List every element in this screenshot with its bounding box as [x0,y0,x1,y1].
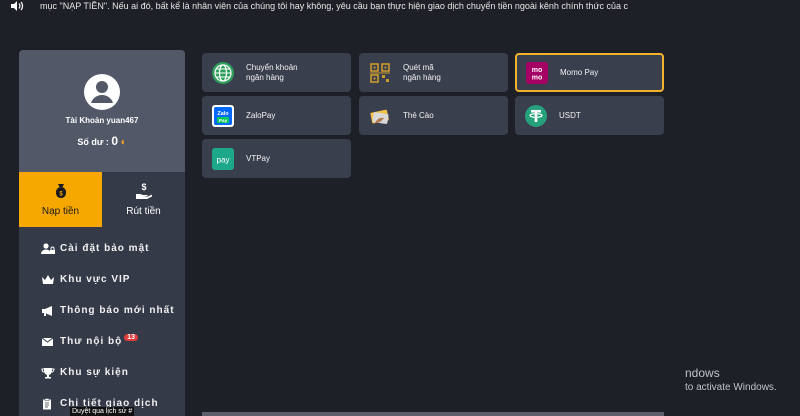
svg-text:Pay: Pay [219,117,228,123]
crown-icon [42,274,54,284]
menu-item-inbox[interactable]: Thư nội bộ 13 [19,326,185,357]
svg-text:Zalo: Zalo [217,111,229,117]
hand-dollar-icon: $ [135,182,152,199]
account-menu: Cài đặt bảo mật Khu vực VIP Thông báo mớ… [19,227,185,416]
menu-item-label: Cài đặt bảo mật [60,243,150,254]
vtpay-logo-icon: pay [212,147,234,170]
trophy-icon [41,367,55,378]
momo-logo-icon: mo mo [526,61,548,84]
deposit-button[interactable]: $ Nạp tiền [19,172,102,227]
qr-code-icon [369,61,391,84]
balance-value: 0 [111,134,119,148]
payment-usdt[interactable]: USDT [515,96,664,135]
menu-item-news[interactable]: Thông báo mới nhất [19,295,185,326]
payment-vtpay[interactable]: pay VTPay [202,139,351,178]
menu-item-events[interactable]: Khu sự kiện [19,357,185,388]
menu-item-label: Khu vực VIP [60,274,131,285]
coin-icon: ◐ [120,137,127,148]
avatar-icon[interactable] [84,74,120,110]
payment-label: Momo Pay [560,67,599,77]
withdraw-label: Rút tiền [126,206,161,217]
payment-label: ZaloPay [246,110,276,120]
balance: Số dư : 0 ◐ [19,134,185,148]
account-name: Tài Khoản yuan467 [65,116,139,125]
scratch-card-icon [370,109,389,124]
profile-panel: Tài Khoản yuan467 Số dư : 0 ◐ [19,50,185,172]
windows-watermark-line2: to activate Windows. [685,382,777,393]
payment-momo[interactable]: mo mo Momo Pay [515,53,664,92]
megaphone-icon [42,305,52,316]
ticker-text: mục "NẠP TIỀN". Nếu ai đó, bất kể là nhâ… [40,1,628,11]
payment-label: USDT [559,110,581,120]
svg-text:mo: mo [532,67,543,74]
payment-scratch-card[interactable]: Thẻ Cào [359,96,508,135]
svg-text:pay: pay [217,155,230,164]
menu-item-label: Khu sự kiện [60,367,129,378]
user-lock-icon [41,242,55,254]
withdraw-button[interactable]: $ Rút tiền [102,172,185,227]
payment-label: Chuyển khoản ngân hàng [246,62,298,82]
wallet-actions: $ Nạp tiền $ Rút tiền [19,172,185,227]
money-bag-icon: $ [55,184,66,198]
scrollbar[interactable] [202,412,664,416]
payment-label: Quét mã ngân hàng [403,62,441,82]
envelope-icon [41,337,54,346]
tether-icon [525,104,547,127]
globe-icon [212,61,234,84]
svg-text:mo: mo [532,74,543,81]
menu-item-vip[interactable]: Khu vực VIP [19,264,185,295]
clipboard-icon [43,397,51,409]
svg-text:$: $ [141,182,146,192]
payment-zalopay[interactable]: Zalo Pay ZaloPay [202,96,351,135]
menu-item-security[interactable]: Cài đặt bảo mật [19,233,185,264]
payment-label: VTPay [246,153,271,163]
payment-qr-bank[interactable]: Quét mã ngân hàng [359,53,508,92]
payment-bank-transfer[interactable]: Chuyển khoản ngân hàng [202,53,351,92]
windows-watermark-line1: ndows [685,366,720,380]
unread-badge: 13 [124,334,139,341]
zalopay-logo-icon: Zalo Pay [212,104,234,127]
payment-label: Thẻ Cào [403,110,434,120]
announcement-ticker: mục "NẠP TIỀN". Nếu ai đó, bất kể là nhâ… [0,0,800,12]
speaker-icon[interactable] [10,1,24,11]
deposit-label: Nạp tiền [41,206,80,217]
account-sidebar: Tài Khoản yuan467 Số dư : 0 ◐ $ Nạp tiền… [19,50,185,416]
balance-label: Số dư : [77,137,109,147]
tooltip: Duyệt qua lịch sử # [70,407,135,416]
menu-item-label: Thông báo mới nhất [60,305,175,316]
menu-item-label: Thư nội bộ [60,336,123,347]
